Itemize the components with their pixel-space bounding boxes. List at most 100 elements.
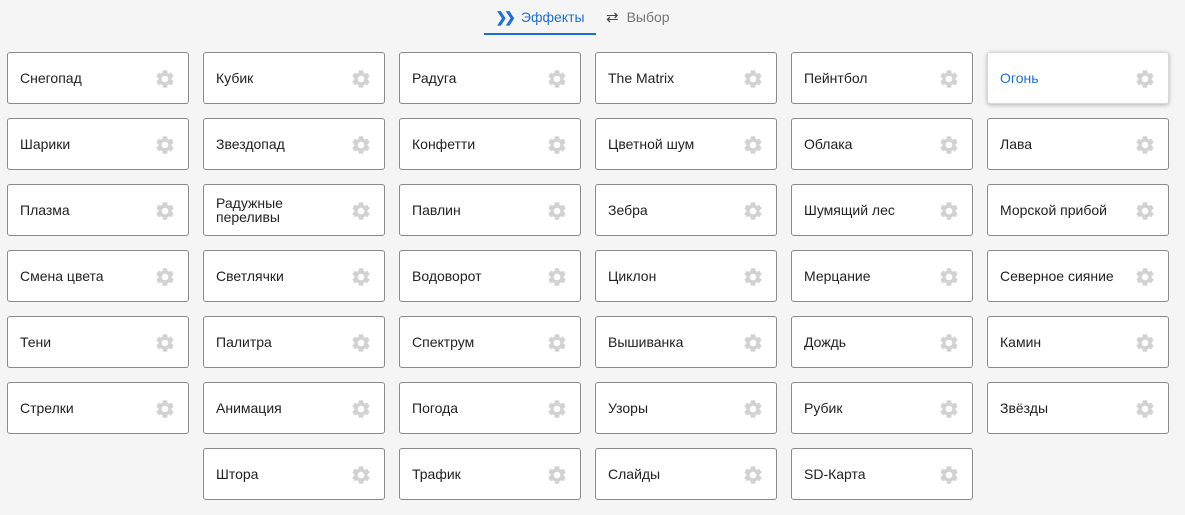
effect-card-label: Погода xyxy=(412,400,459,416)
gear-icon[interactable] xyxy=(742,332,764,354)
effect-card[interactable]: Плазма xyxy=(7,184,189,236)
gear-icon[interactable] xyxy=(154,332,176,354)
effect-card[interactable]: Цветной шум xyxy=(595,118,777,170)
gear-icon[interactable] xyxy=(350,68,372,90)
effect-card-label: Павлин xyxy=(412,202,461,218)
effect-card-label: Кубик xyxy=(216,70,254,86)
effect-card-label: Спектрум xyxy=(412,334,475,350)
effect-card[interactable]: Павлин xyxy=(399,184,581,236)
gear-icon[interactable] xyxy=(1134,200,1156,222)
effect-card[interactable]: Водоворот xyxy=(399,250,581,302)
effect-card[interactable]: Пейнтбол xyxy=(791,52,973,104)
effect-card-label: Плазма xyxy=(20,202,70,218)
effect-card[interactable]: Конфетти xyxy=(399,118,581,170)
effect-card-label: Цветной шум xyxy=(608,136,695,152)
tab-effects-label: Эффекты xyxy=(520,9,585,25)
gear-icon[interactable] xyxy=(154,134,176,156)
gear-icon[interactable] xyxy=(154,398,176,420)
gear-icon[interactable] xyxy=(546,332,568,354)
effect-card[interactable]: Морской прибой xyxy=(987,184,1169,236)
tab-select[interactable]: ⇄ Выбор xyxy=(606,0,680,34)
effect-card[interactable]: Погода xyxy=(399,382,581,434)
gear-icon[interactable] xyxy=(742,200,764,222)
gear-icon[interactable] xyxy=(938,464,960,486)
gear-icon[interactable] xyxy=(350,266,372,288)
effect-card[interactable]: Слайды xyxy=(595,448,777,500)
gear-icon[interactable] xyxy=(154,200,176,222)
effect-card[interactable]: SD-Карта xyxy=(791,448,973,500)
gear-icon[interactable] xyxy=(938,68,960,90)
gear-icon[interactable] xyxy=(350,398,372,420)
gear-icon[interactable] xyxy=(742,398,764,420)
effect-card[interactable]: Штора xyxy=(203,448,385,500)
effect-card[interactable]: Снегопад xyxy=(7,52,189,104)
effect-card[interactable]: Лава xyxy=(987,118,1169,170)
gear-icon[interactable] xyxy=(938,134,960,156)
gear-icon[interactable] xyxy=(742,134,764,156)
effect-card[interactable]: Анимация xyxy=(203,382,385,434)
gear-icon[interactable] xyxy=(546,266,568,288)
gear-icon[interactable] xyxy=(1134,398,1156,420)
effect-card[interactable]: Стрелки xyxy=(7,382,189,434)
effect-card[interactable]: Шумящий лес xyxy=(791,184,973,236)
gear-icon[interactable] xyxy=(154,266,176,288)
effect-card-label: Штора xyxy=(216,466,259,482)
effect-card-label: Анимация xyxy=(216,400,282,416)
gear-icon[interactable] xyxy=(546,464,568,486)
tab-effects[interactable]: ❯❯ Эффекты xyxy=(484,0,596,34)
effect-card[interactable]: Облака xyxy=(791,118,973,170)
effect-card[interactable]: Смена цвета xyxy=(7,250,189,302)
gear-icon[interactable] xyxy=(742,266,764,288)
gear-icon[interactable] xyxy=(546,134,568,156)
effect-card-label: Морской прибой xyxy=(1000,202,1107,218)
effect-card[interactable]: Звёзды xyxy=(987,382,1169,434)
effect-card-label: Мерцание xyxy=(804,268,871,284)
gear-icon[interactable] xyxy=(1134,68,1156,90)
effect-card-label: Палитра xyxy=(216,334,272,350)
effect-card[interactable]: Циклон xyxy=(595,250,777,302)
effect-card[interactable]: Тени xyxy=(7,316,189,368)
effect-card[interactable]: Радужные переливы xyxy=(203,184,385,236)
gear-icon[interactable] xyxy=(546,200,568,222)
effect-card[interactable]: Звездопад xyxy=(203,118,385,170)
effect-card[interactable]: Мерцание xyxy=(791,250,973,302)
effect-card[interactable]: Огонь xyxy=(987,52,1169,104)
gear-icon[interactable] xyxy=(1134,134,1156,156)
gear-icon[interactable] xyxy=(546,398,568,420)
gear-icon[interactable] xyxy=(1134,332,1156,354)
effect-card[interactable]: Трафик xyxy=(399,448,581,500)
gear-icon[interactable] xyxy=(350,332,372,354)
gear-icon[interactable] xyxy=(938,332,960,354)
effect-card[interactable]: Северное сияние xyxy=(987,250,1169,302)
gear-icon[interactable] xyxy=(546,68,568,90)
gear-icon[interactable] xyxy=(938,200,960,222)
effect-card-label: Конфетти xyxy=(412,136,476,152)
gear-icon[interactable] xyxy=(1134,266,1156,288)
effect-card-label: Слайды xyxy=(608,466,661,482)
effect-card[interactable]: Спектрум xyxy=(399,316,581,368)
effect-card-label: Звёзды xyxy=(1000,400,1049,416)
effect-card-label: Шумящий лес xyxy=(804,202,895,218)
effect-card[interactable]: Кубик xyxy=(203,52,385,104)
effect-card[interactable]: Рубик xyxy=(791,382,973,434)
gear-icon[interactable] xyxy=(350,200,372,222)
gear-icon[interactable] xyxy=(938,398,960,420)
gear-icon[interactable] xyxy=(742,68,764,90)
effect-card[interactable]: The Matrix xyxy=(595,52,777,104)
effect-card[interactable]: Вышиванка xyxy=(595,316,777,368)
effect-card-label: Шарики xyxy=(20,136,71,152)
gear-icon[interactable] xyxy=(742,464,764,486)
effect-card[interactable]: Зебра xyxy=(595,184,777,236)
gear-icon[interactable] xyxy=(350,134,372,156)
effect-card[interactable]: Радуга xyxy=(399,52,581,104)
effect-card[interactable]: Узоры xyxy=(595,382,777,434)
effect-card[interactable]: Камин xyxy=(987,316,1169,368)
effect-card[interactable]: Шарики xyxy=(7,118,189,170)
effect-card[interactable]: Светлячки xyxy=(203,250,385,302)
gear-icon[interactable] xyxy=(350,464,372,486)
effect-card[interactable]: Дождь xyxy=(791,316,973,368)
effect-card-label: Облака xyxy=(804,136,853,152)
effect-card[interactable]: Палитра xyxy=(203,316,385,368)
gear-icon[interactable] xyxy=(938,266,960,288)
gear-icon[interactable] xyxy=(154,68,176,90)
